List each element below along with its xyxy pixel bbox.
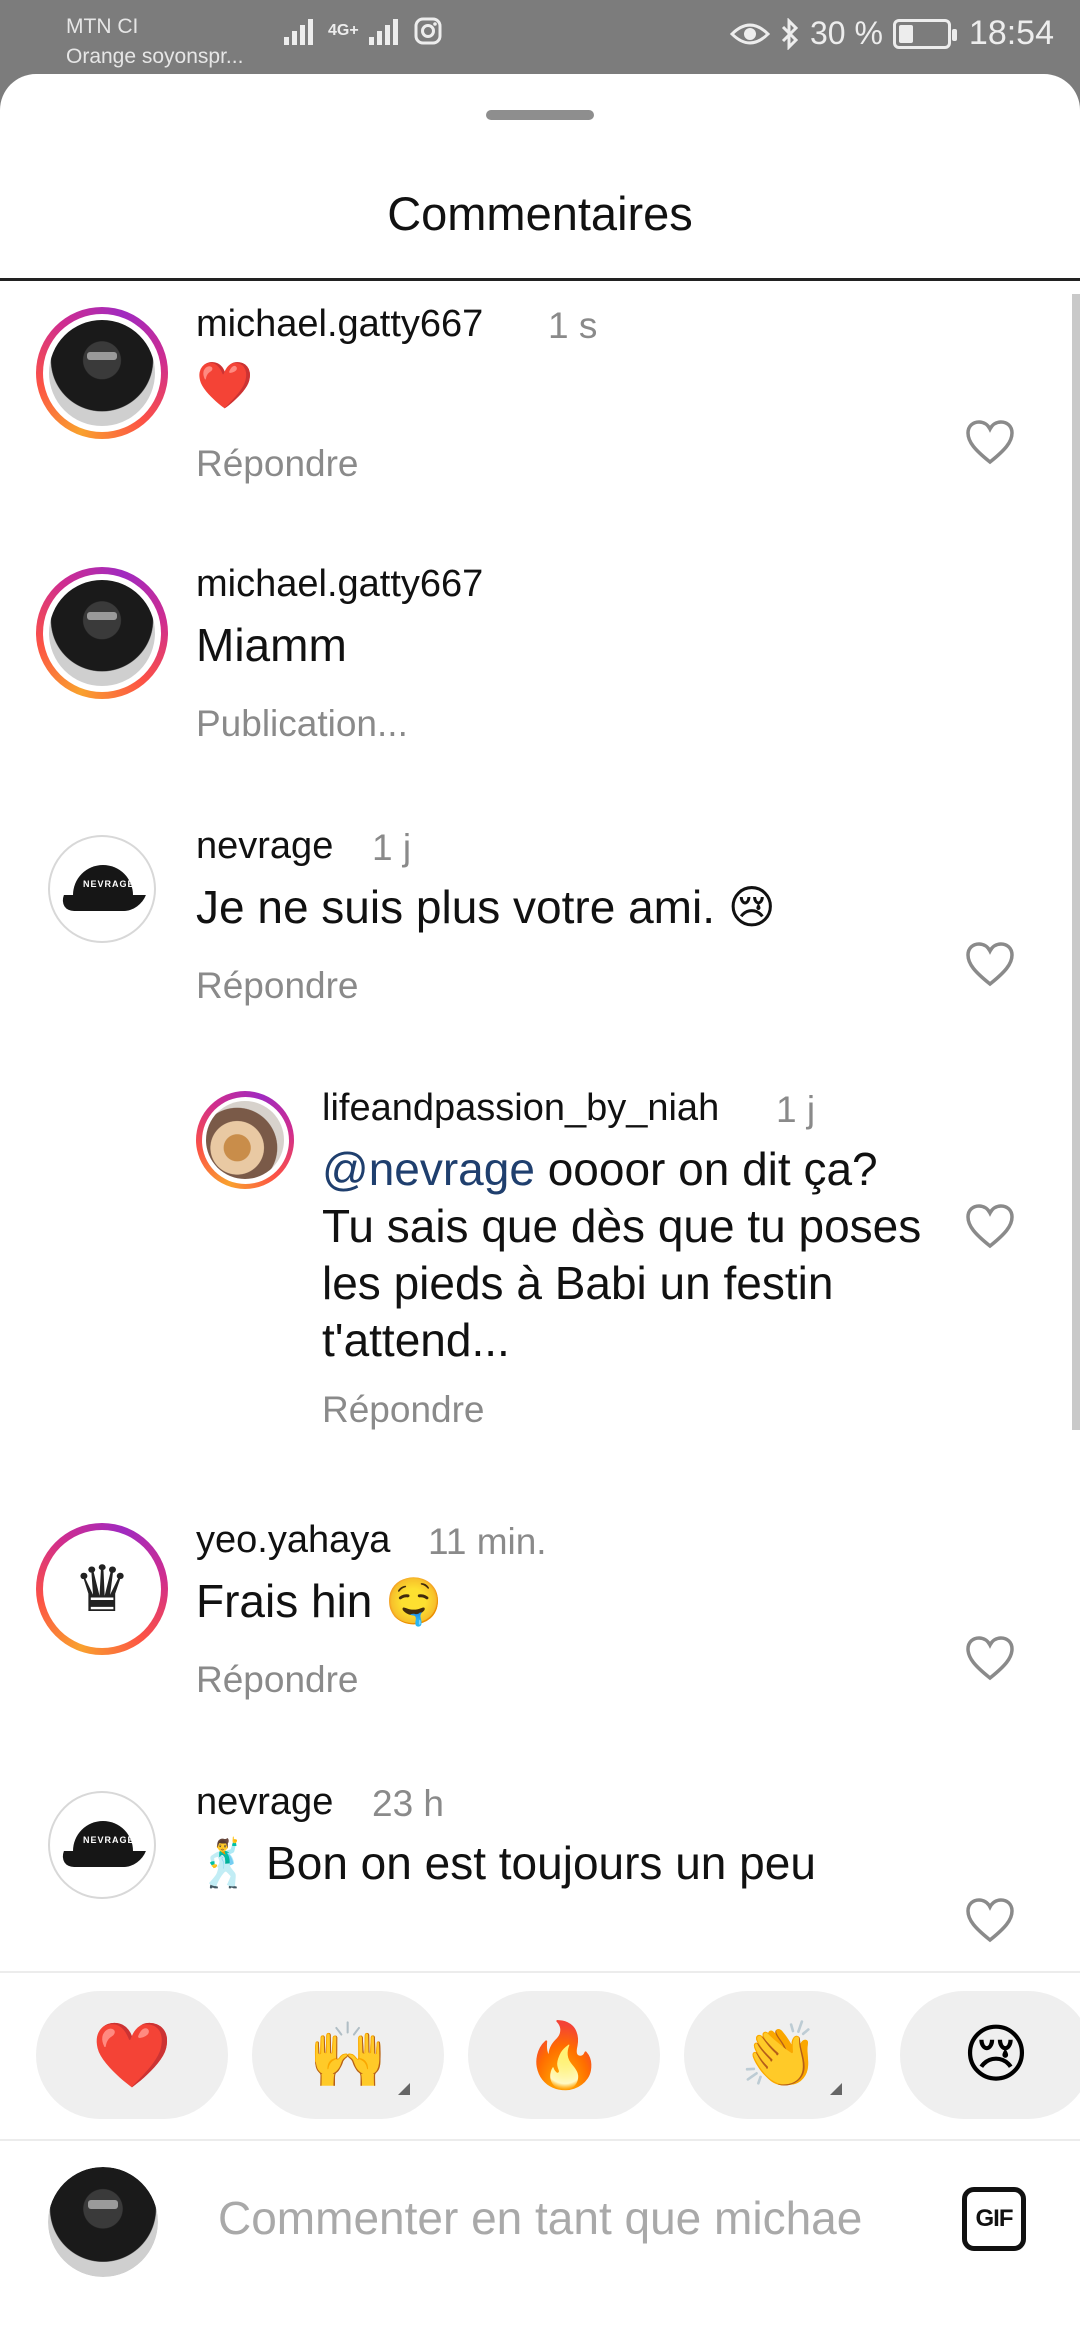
comment-input[interactable]: Commenter en tant que michae: [218, 2191, 862, 2245]
comment-text: Frais hin 🤤: [196, 1575, 443, 1627]
comments-list[interactable]: michael.gatty667 1 s ❤️ Répondre michael…: [0, 281, 1080, 1971]
reaction-heart-button[interactable]: ❤️: [36, 1991, 228, 2119]
avatar: [48, 2167, 158, 2277]
reply-comment-item: lifeandpassion_by_niah 1 j @nevrage oooo…: [0, 1065, 1080, 1485]
reaction-crying-button[interactable]: 😢: [900, 1991, 1080, 2119]
heart-outline-icon[interactable]: [965, 941, 1015, 987]
avatar[interactable]: NEVRAGE: [48, 835, 156, 943]
profile-photo: [206, 1101, 284, 1179]
heart-outline-icon[interactable]: [965, 1635, 1015, 1681]
reaction-fire-button[interactable]: 🔥: [468, 1991, 660, 2119]
avatar[interactable]: [36, 567, 168, 699]
reply-button[interactable]: Répondre: [196, 1659, 359, 1701]
mention-link[interactable]: @nevrage: [322, 1143, 535, 1195]
reply-button[interactable]: Répondre: [322, 1389, 485, 1431]
profile-photo: NEVRAGE: [57, 1815, 147, 1875]
comment-username[interactable]: yeo.yahaya: [196, 1519, 390, 1562]
avatar[interactable]: [196, 1091, 294, 1189]
comment-username[interactable]: nevrage: [196, 825, 333, 868]
reaction-raised-hands-button[interactable]: 🙌: [252, 1991, 444, 2119]
comment-username[interactable]: michael.gatty667: [196, 563, 483, 606]
status-right: 30 % 18:54: [729, 14, 1054, 53]
comment-username[interactable]: lifeandpassion_by_niah: [322, 1087, 719, 1130]
scrollbar[interactable]: [1072, 294, 1080, 1430]
gif-button[interactable]: GIF: [962, 2187, 1026, 2251]
profile-photo: [49, 320, 155, 426]
comment-item: michael.gatty667 Miamm Publication...: [0, 541, 1080, 771]
quick-reactions-bar: ❤️ 🙌 🔥 👏 😢: [0, 1971, 1080, 2139]
carrier-info: MTN CI Orange soyonspr...: [66, 12, 243, 72]
comment-time: 1 s: [548, 305, 598, 346]
comment-text: 🕺 Bon on est toujours un peu: [196, 1837, 816, 1889]
signal-icon: [284, 19, 313, 45]
battery-icon: [892, 18, 957, 49]
heart-outline-icon[interactable]: [965, 1203, 1015, 1249]
crown-icon: ♛: [73, 1553, 131, 1625]
battery-percent: 30 %: [809, 15, 883, 51]
status-bar: MTN CI Orange soyonspr... 4G+ 30 % 18:54: [0, 0, 1080, 76]
comment-username[interactable]: nevrage: [196, 1781, 333, 1824]
comment-time: 23 h: [372, 1783, 445, 1824]
comment-username[interactable]: michael.gatty667: [196, 303, 483, 346]
comment-time: 1 j: [776, 1089, 816, 1130]
reply-button[interactable]: Répondre: [196, 443, 359, 485]
comments-sheet: Commentaires michael.gatty667 1 s ❤️ Rép…: [0, 74, 1080, 2340]
sheet-title: Commentaires: [387, 187, 693, 240]
carrier-1: MTN CI: [66, 15, 139, 38]
comment-time: 11 min.: [428, 1521, 547, 1562]
comment-text: Miamm: [196, 619, 347, 671]
comment-text: @nevrage oooor on dit ça? Tu sais que dè…: [322, 1141, 922, 1369]
comment-item: NEVRAGE nevrage 1 j Je ne suis plus votr…: [0, 803, 1080, 1033]
comment-time: 1 j: [372, 827, 412, 868]
posting-status: Publication...: [196, 703, 408, 744]
reply-button[interactable]: Répondre: [196, 965, 359, 1007]
signal-icon-2: [368, 19, 398, 45]
comment-text: ❤️: [196, 359, 254, 411]
heart-outline-icon[interactable]: [965, 1897, 1015, 1943]
clock: 18:54: [968, 14, 1054, 52]
bluetooth-icon: [781, 17, 799, 50]
comment-item: ♛ yeo.yahaya 11 min. Frais hin 🤤 Répondr…: [0, 1497, 1080, 1727]
carrier-2: Orange soyonspr...: [66, 45, 244, 68]
comment-item: michael.gatty667 1 s ❤️ Répondre: [0, 281, 1080, 511]
signal-indicators: 4G+: [284, 16, 443, 46]
network-type: 4G+: [328, 22, 359, 39]
instagram-icon: [414, 17, 442, 45]
reaction-clap-button[interactable]: 👏: [684, 1991, 876, 2119]
avatar[interactable]: ♛: [36, 1523, 168, 1655]
comment-item: NEVRAGE nevrage 23 h 🕺 Bon on est toujou…: [0, 1759, 1080, 1971]
comment-composer: Commenter en tant que michae GIF: [0, 2139, 1080, 2340]
profile-photo: [48, 2167, 158, 2277]
eye-icon: [729, 23, 770, 44]
sheet-drag-handle[interactable]: [486, 110, 594, 120]
profile-photo: [49, 580, 155, 686]
heart-outline-icon[interactable]: [965, 419, 1015, 465]
avatar[interactable]: NEVRAGE: [48, 1791, 156, 1899]
comment-text: Je ne suis plus votre ami. 😢: [196, 881, 776, 933]
profile-photo: NEVRAGE: [57, 859, 147, 919]
avatar[interactable]: [36, 307, 168, 439]
